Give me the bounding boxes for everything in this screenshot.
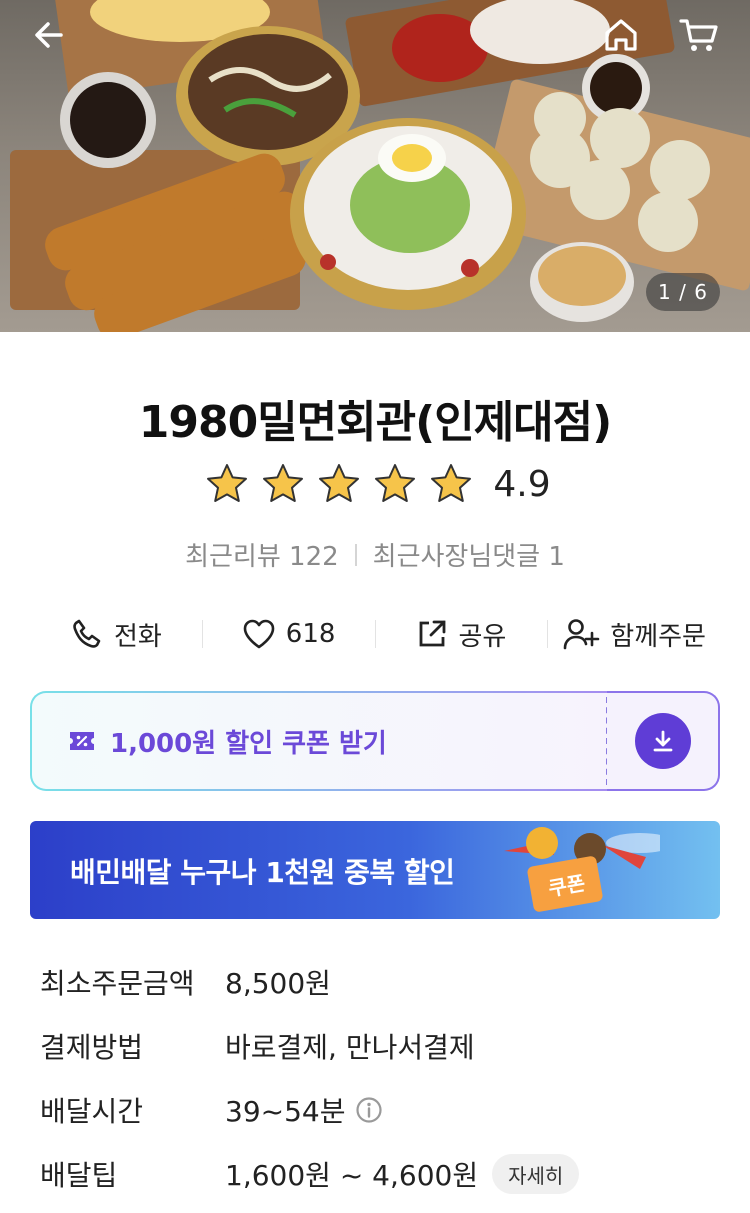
download-button-circle <box>634 713 691 769</box>
hero-image-carousel[interactable]: 1 / 6 <box>0 0 750 332</box>
rating-row: 4.9 <box>0 462 750 506</box>
delivery-tip-label: 배달팁 <box>40 1159 118 1192</box>
delivery-tip-value-wrap: 1,600원 ~ 4,600원 자세히 <box>225 1154 580 1194</box>
recent-reviews-link[interactable]: 최근리뷰 122 <box>185 536 339 573</box>
add-user-icon <box>563 619 600 650</box>
home-icon <box>605 19 637 51</box>
promo-banner[interactable]: 배민배달 누구나 1천원 중복 할인 쿠폰 <box>30 821 720 919</box>
delivery-tip-detail-button[interactable]: 자세히 <box>492 1154 580 1194</box>
group-order-button[interactable]: 함께주문 <box>548 616 720 653</box>
min-order-label: 최소주문금액 <box>40 967 195 1000</box>
star-icon <box>207 464 248 502</box>
star-icon <box>263 464 304 502</box>
coupon-character-illustration: 쿠폰 <box>504 827 660 912</box>
share-label: 공유 <box>458 621 507 652</box>
favorite-button[interactable]: 618 <box>203 618 375 650</box>
star-icon <box>431 464 472 502</box>
call-label: 전화 <box>113 621 162 652</box>
store-name: 1980밀면회관(인제대점) <box>138 397 613 448</box>
delivery-tip-value: 1,600원 ~ 4,600원 <box>225 1159 479 1192</box>
favorite-count: 618 <box>285 619 336 649</box>
info-icon[interactable] <box>355 1096 383 1124</box>
coupon-label: 1,000원 할인 쿠폰 받기 <box>110 728 387 759</box>
group-order-label: 함께주문 <box>610 621 706 652</box>
call-button[interactable]: 전화 <box>30 616 202 653</box>
owner-replies-link[interactable]: 최근사장님댓글 1 <box>373 536 565 573</box>
phone-icon <box>73 619 101 648</box>
promo-banner-text: 배민배달 누구나 1천원 중복 할인 <box>70 856 455 889</box>
share-icon <box>420 620 446 647</box>
share-button[interactable]: 공유 <box>376 616 548 653</box>
star-icon <box>375 464 416 502</box>
rating-value: 4.9 <box>493 463 551 505</box>
arrow-left-icon <box>35 22 63 48</box>
star-icon <box>319 464 360 502</box>
payment-label: 결제방법 <box>40 1031 144 1064</box>
coupon-banner[interactable]: 1,000원 할인 쿠폰 받기 <box>30 691 608 791</box>
coupon-icon <box>70 732 94 750</box>
action-bar: 전화 618 공유 함께주문 <box>30 605 720 663</box>
delivery-time-value: 39~54분 <box>225 1095 346 1128</box>
image-pager: 1 / 6 <box>646 273 720 311</box>
min-order-value: 8,500원 <box>225 967 331 1000</box>
download-icon <box>653 730 672 752</box>
cart-icon <box>679 19 718 51</box>
delivery-time-value-wrap: 39~54분 <box>225 1090 383 1130</box>
delivery-time-label: 배달시간 <box>40 1095 144 1128</box>
cart-button[interactable] <box>674 10 724 60</box>
home-button[interactable] <box>596 10 646 60</box>
coupon-download-button[interactable] <box>607 691 720 791</box>
review-summary: 최근리뷰 122 최근사장님댓글 1 <box>0 536 750 573</box>
back-button[interactable] <box>24 10 74 60</box>
payment-value: 바로결제, 만나서결제 <box>225 1031 475 1064</box>
divider <box>354 543 357 566</box>
heart-icon <box>243 619 275 649</box>
